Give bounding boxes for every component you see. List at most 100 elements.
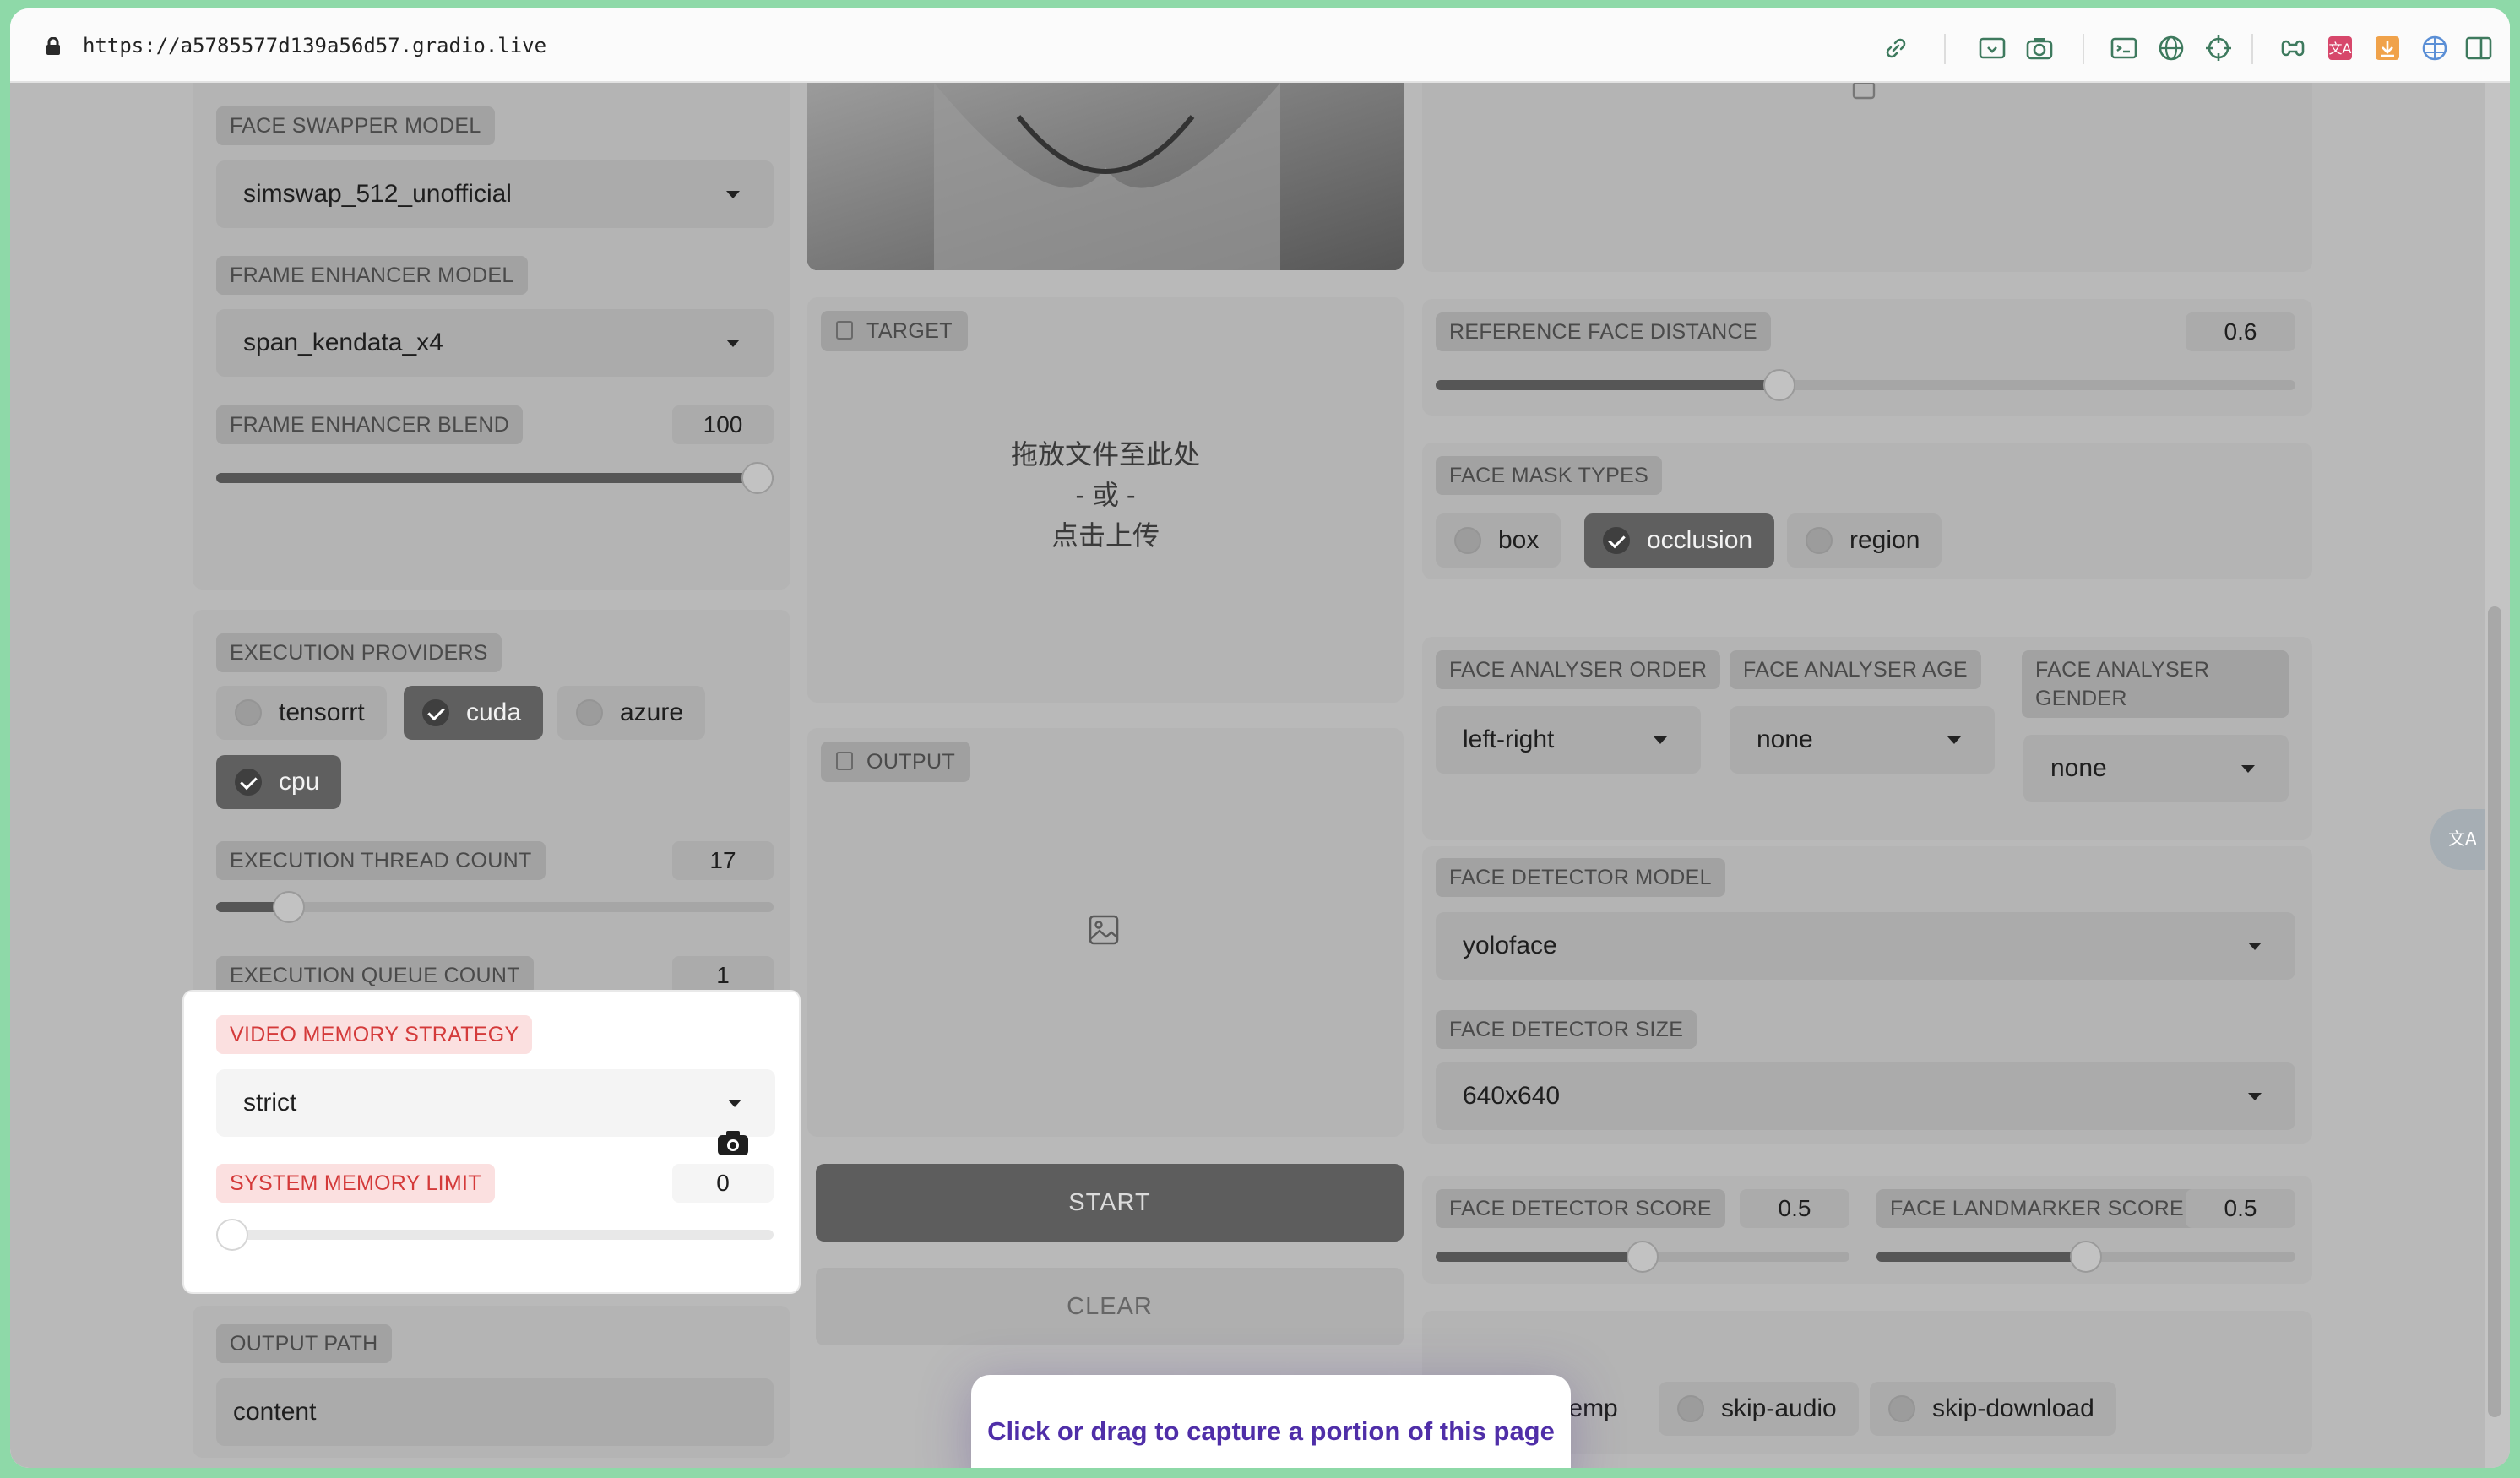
face-detector-score-number[interactable]: 0.5 (1740, 1189, 1849, 1228)
face-analyser-age-dropdown[interactable]: none (1730, 706, 1995, 774)
frame-enhancer-blend-slider[interactable] (216, 462, 774, 494)
system-memory-limit-number[interactable]: 0 (672, 1164, 774, 1203)
reference-face-distance-panel: REFERENCE FACE DISTANCE 0.6 (1422, 299, 2312, 416)
output-path-input[interactable]: content (216, 1378, 774, 1446)
execution-thread-count-slider[interactable] (216, 891, 774, 923)
slider-thumb[interactable] (272, 891, 305, 923)
lock-icon (46, 37, 60, 55)
reference-face-distance-slider[interactable] (1436, 369, 2295, 401)
slider-thumb[interactable] (741, 462, 774, 494)
option-skip-download[interactable]: skip-download (1870, 1382, 2116, 1436)
frame-enhancer-model-label: FRAME ENHANCER MODEL (216, 256, 528, 295)
target-label: TARGET (866, 319, 953, 343)
face-analyser-gender-dropdown[interactable]: none (2023, 735, 2289, 802)
face-detector-size-dropdown[interactable]: 640x640 (1436, 1062, 2295, 1130)
reference-face-distance-number[interactable]: 0.6 (2186, 312, 2295, 351)
slider-thumb[interactable] (216, 1219, 248, 1251)
face-swapper-model-label: FACE SWAPPER MODEL (216, 106, 495, 145)
memory-panel: VIDEO MEMORY STRATEGY strict SYSTEM MEMO… (184, 992, 799, 1292)
link-icon[interactable] (1882, 34, 1910, 62)
drop-text-line3: 点击上传 (1051, 520, 1160, 551)
reference-face-gallery[interactable] (1422, 83, 2312, 272)
system-memory-limit-label: SYSTEM MEMORY LIMIT (216, 1164, 495, 1203)
checkbox-icon (1454, 527, 1481, 554)
chevron-down-icon (2248, 1093, 2262, 1100)
terminal-icon[interactable] (2110, 34, 2138, 62)
translate-icon[interactable]: 文A (2326, 34, 2354, 62)
scrollbar-thumb[interactable] (2488, 606, 2501, 1417)
frame-enhancer-model-value: span_kendata_x4 (243, 329, 443, 356)
execution-providers-label: EXECUTION PROVIDERS (216, 633, 502, 672)
face-detector-model-dropdown[interactable]: yoloface (1436, 912, 2295, 980)
checkbox-icon (235, 699, 262, 726)
face-detector-size-value: 640x640 (1463, 1082, 1561, 1110)
slider-thumb[interactable] (1627, 1241, 1659, 1273)
checkbox-icon (1888, 1395, 1915, 1422)
checkbox-icon (1806, 527, 1833, 554)
network-icon[interactable] (2420, 34, 2449, 62)
capture-hint-toast[interactable]: Click or drag to capture a portion of th… (971, 1375, 1571, 1468)
chevron-down-icon (2241, 765, 2255, 773)
clear-button[interactable]: CLEAR (816, 1268, 1404, 1345)
download-icon[interactable] (2373, 34, 2402, 62)
execution-panel: EXECUTION PROVIDERS tensorrt cuda azure … (193, 610, 790, 1054)
execution-queue-count-number[interactable]: 1 (672, 956, 774, 995)
provider-label: tensorrt (279, 698, 365, 726)
start-button[interactable]: START (816, 1164, 1404, 1242)
chevron-down-icon (1654, 736, 1667, 744)
output-label: OUTPUT (866, 750, 956, 774)
extension-icon[interactable] (2278, 34, 2307, 62)
frame-enhancer-blend-number[interactable]: 100 (672, 405, 774, 444)
camera-icon[interactable] (2025, 34, 2054, 62)
execution-thread-count-number[interactable]: 17 (672, 841, 774, 880)
url-text[interactable]: https://a5785577d139a56d57.gradio.live (83, 34, 546, 57)
checkbox-icon (576, 699, 603, 726)
frame-enhancer-model-dropdown[interactable]: span_kendata_x4 (216, 309, 774, 377)
slider-thumb[interactable] (2070, 1241, 2102, 1273)
face-detector-model-label: FACE DETECTOR MODEL (1436, 858, 1725, 897)
target-badge: TARGET (821, 311, 968, 351)
video-memory-strategy-dropdown[interactable]: strict (216, 1069, 775, 1137)
face-landmarker-score-number[interactable]: 0.5 (2186, 1189, 2295, 1228)
mask-type-occlusion[interactable]: occlusion (1584, 513, 1775, 568)
chevron-down-icon (728, 1100, 741, 1107)
face-analyser-panel: FACE ANALYSER ORDER left-right FACE ANAL… (1422, 637, 2312, 840)
provider-azure[interactable]: azure (557, 686, 706, 740)
mask-type-label: box (1498, 526, 1540, 554)
screenshot-region-icon[interactable] (1978, 34, 2007, 62)
slider-thumb[interactable] (1763, 369, 1796, 401)
face-mask-types-panel: FACE MASK TYPES box occlusion region (1422, 443, 2312, 579)
face-detector-model-value: yoloface (1463, 932, 1557, 959)
svg-text:文A: 文A (2329, 41, 2352, 57)
target-upload-panel[interactable]: TARGET 拖放文件至此处 - 或 - 点击上传 (807, 297, 1404, 703)
system-memory-limit-slider[interactable] (216, 1219, 774, 1251)
video-memory-strategy-value: strict (243, 1089, 297, 1117)
face-landmarker-score-slider[interactable] (1876, 1241, 2295, 1273)
sidebar-toggle-icon[interactable] (2464, 34, 2493, 62)
provider-tensorrt[interactable]: tensorrt (216, 686, 387, 740)
drop-zone-text: 拖放文件至此处 - 或 - 点击上传 (814, 434, 1397, 556)
output-path-panel: OUTPUT PATH content (193, 1306, 790, 1458)
globe-icon[interactable] (2157, 34, 2186, 62)
translate-side-tab[interactable]: 文A (2430, 809, 2491, 870)
camera-icon[interactable] (716, 1128, 750, 1157)
browser-window: https://a5785577d139a56d57.gradio.live 文… (10, 8, 2510, 1468)
drop-text-line2: - 或 - (1075, 480, 1136, 510)
svg-text:文A: 文A (2448, 829, 2476, 849)
checkmark-icon (235, 769, 262, 796)
address-bar[interactable]: https://a5785577d139a56d57.gradio.live 文… (10, 8, 2510, 83)
option-skip-audio[interactable]: skip-audio (1659, 1382, 1859, 1436)
mask-type-label: region (1849, 526, 1920, 554)
provider-cpu[interactable]: cpu (216, 755, 342, 809)
source-image-preview[interactable] (807, 83, 1404, 270)
crosshair-icon[interactable] (2204, 34, 2233, 62)
face-detector-score-slider[interactable] (1436, 1241, 1849, 1273)
translate-icon: 文A (2448, 829, 2476, 849)
provider-cuda[interactable]: cuda (404, 686, 544, 740)
face-detector-panel: FACE DETECTOR MODEL yoloface FACE DETECT… (1422, 846, 2312, 1144)
image-icon (836, 752, 853, 770)
mask-type-region[interactable]: region (1787, 513, 1942, 568)
face-analyser-order-dropdown[interactable]: left-right (1436, 706, 1701, 774)
face-swapper-model-dropdown[interactable]: simswap_512_unofficial (216, 160, 774, 228)
mask-type-box[interactable]: box (1436, 513, 1561, 568)
